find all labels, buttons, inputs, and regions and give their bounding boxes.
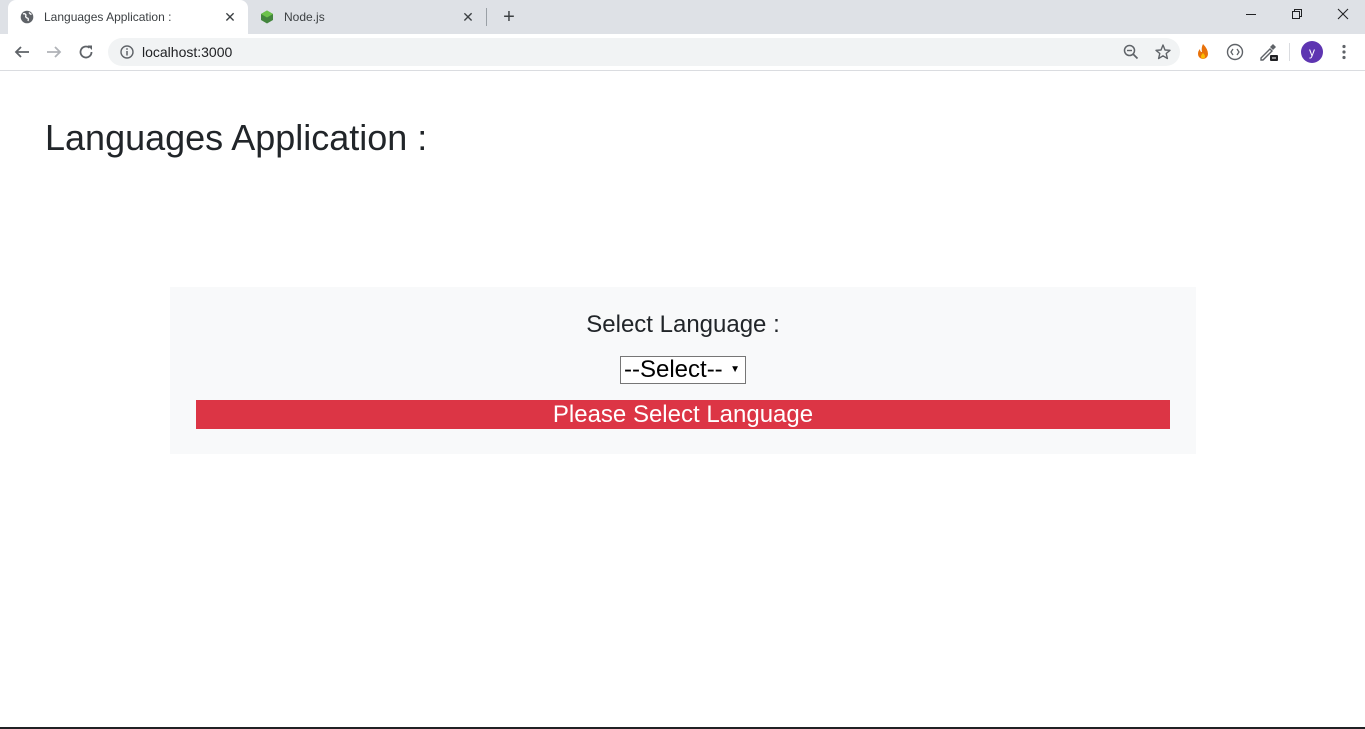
profile-avatar[interactable]: y xyxy=(1301,41,1323,63)
back-button[interactable] xyxy=(10,40,34,64)
close-tab-icon[interactable]: ✕ xyxy=(460,9,476,25)
toolbar-separator xyxy=(1289,43,1290,61)
close-icon xyxy=(1337,8,1349,20)
browser-menu-button[interactable] xyxy=(1334,41,1354,63)
forward-button[interactable] xyxy=(42,40,66,64)
close-tab-icon[interactable]: ✕ xyxy=(222,9,238,25)
select-language-alert: Please Select Language xyxy=(196,400,1170,429)
info-icon[interactable] xyxy=(120,45,134,59)
forward-arrow-icon xyxy=(47,46,62,58)
tab-nodejs[interactable]: Node.js ✕ xyxy=(248,0,486,34)
browser-toolbar: localhost:3000 y xyxy=(0,34,1365,71)
dropdown-arrow-icon: ▼ xyxy=(730,364,740,375)
code-extension-icon[interactable] xyxy=(1224,41,1246,63)
new-tab-button[interactable]: + xyxy=(498,6,520,28)
tab-title: Node.js xyxy=(284,10,325,24)
restore-button[interactable] xyxy=(1282,4,1312,26)
minimize-icon xyxy=(1246,14,1256,15)
reload-button[interactable] xyxy=(74,40,98,64)
tab-strip: Languages Application : ✕ Node.js ✕ + xyxy=(0,0,1365,34)
minimize-button[interactable] xyxy=(1236,4,1266,26)
globe-icon xyxy=(20,10,34,24)
url-text[interactable]: localhost:3000 xyxy=(142,44,232,60)
page-content: Languages Application : Select Language … xyxy=(0,71,1365,727)
restore-icon xyxy=(1292,9,1302,19)
nodejs-hexagon-icon xyxy=(261,10,273,24)
bookmark-star-icon[interactable] xyxy=(1154,43,1172,61)
tab-languages-application[interactable]: Languages Application : ✕ xyxy=(8,0,248,34)
page-title: Languages Application : xyxy=(45,117,428,158)
select-language-label: Select Language : xyxy=(586,311,780,338)
reload-icon xyxy=(79,45,93,59)
language-select[interactable]: --Select-- ▼ xyxy=(620,356,746,384)
more-vertical-icon xyxy=(1342,44,1346,60)
fire-extension-icon[interactable] xyxy=(1192,41,1214,63)
language-form-panel: Select Language : --Select-- ▼ Please Se… xyxy=(170,287,1196,454)
close-window-button[interactable] xyxy=(1328,4,1358,26)
back-arrow-icon xyxy=(14,46,29,58)
eyedropper-extension-icon[interactable] xyxy=(1257,41,1279,63)
alert-text: Please Select Language xyxy=(552,401,814,428)
language-select-value: --Select-- xyxy=(624,356,723,383)
tab-divider xyxy=(486,8,487,26)
address-bar[interactable]: localhost:3000 xyxy=(108,38,1180,66)
zoom-out-icon[interactable] xyxy=(1122,43,1140,61)
browser-chrome: Languages Application : ✕ Node.js ✕ + lo… xyxy=(0,0,1365,71)
tab-title: Languages Application : xyxy=(44,10,172,24)
